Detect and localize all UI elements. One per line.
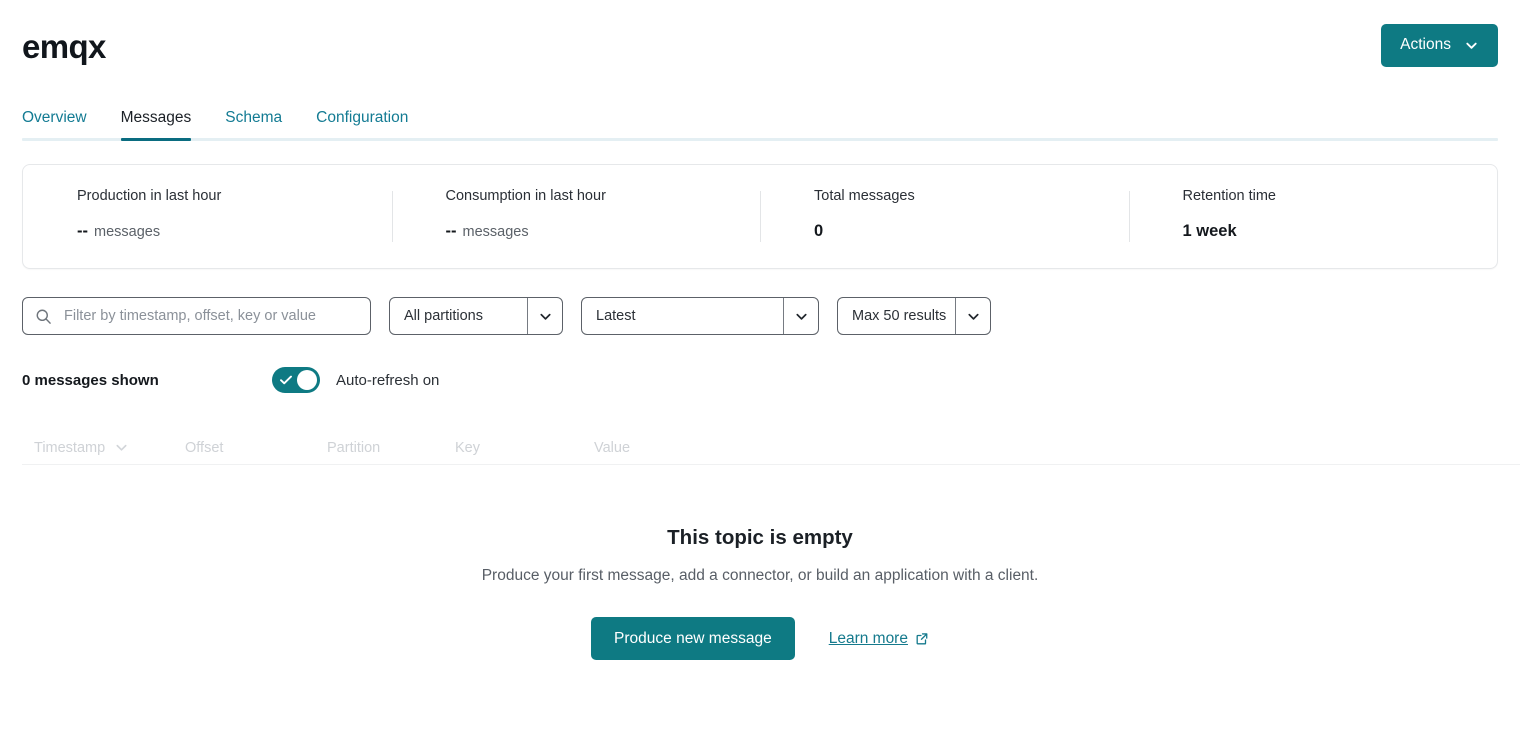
result-limit-select[interactable]: Max 50 results <box>837 297 991 335</box>
learn-more-link[interactable]: Learn more <box>829 630 929 648</box>
column-header-partition[interactable]: Partition <box>327 440 455 456</box>
app-header: emqx Actions <box>22 0 1498 90</box>
messages-shown-count: 0 messages shown <box>22 372 272 389</box>
page-title: emqx <box>22 28 106 63</box>
auto-refresh-group: Auto-refresh on <box>272 367 439 393</box>
empty-state-subtitle: Produce your first message, add a connec… <box>22 568 1498 584</box>
offset-select[interactable]: Latest <box>581 297 819 335</box>
partition-select[interactable]: All partitions <box>389 297 563 335</box>
auto-refresh-label: Auto-refresh on <box>336 372 439 389</box>
topic-stats-card: Production in last hour -- messages Cons… <box>22 164 1498 269</box>
offset-select-value: Latest <box>582 298 783 334</box>
column-header-key[interactable]: Key <box>455 440 594 456</box>
stat-value: 0 <box>814 223 823 240</box>
column-header-offset[interactable]: Offset <box>185 440 327 456</box>
result-limit-select-value: Max 50 results <box>838 298 955 334</box>
chevron-down-icon <box>1464 38 1479 53</box>
column-header-value[interactable]: Value <box>594 440 1520 456</box>
search-field[interactable] <box>22 297 371 335</box>
tab-bar: Overview Messages Schema Configuration <box>22 94 1498 141</box>
stat-value-group: -- messages <box>446 223 761 240</box>
stat-label: Retention time <box>1183 189 1498 204</box>
check-icon <box>279 373 293 387</box>
status-row: 0 messages shown Auto-refresh on <box>22 365 1498 395</box>
auto-refresh-toggle[interactable] <box>272 367 320 393</box>
empty-state-actions: Produce new message Learn more <box>22 617 1498 660</box>
table-header-row: Timestamp Offset Partition Key Value <box>22 431 1520 465</box>
stat-label: Consumption in last hour <box>446 189 761 204</box>
page-root: emqx Actions Overview Messages Schema Co… <box>0 0 1520 660</box>
partition-select-value: All partitions <box>390 298 527 334</box>
toggle-knob <box>297 370 317 390</box>
chevron-down-icon[interactable] <box>783 298 818 334</box>
stat-label: Production in last hour <box>77 189 392 204</box>
tab-configuration[interactable]: Configuration <box>316 110 408 139</box>
chevron-down-icon <box>114 440 129 455</box>
external-link-icon <box>915 632 929 646</box>
messages-table: Timestamp Offset Partition Key Value <box>22 431 1520 465</box>
actions-button-label: Actions <box>1400 36 1451 54</box>
stat-unit: messages <box>463 225 529 240</box>
learn-more-label: Learn more <box>829 630 908 648</box>
stat-value: -- <box>446 223 457 240</box>
empty-state: This topic is empty Produce your first m… <box>22 528 1498 660</box>
empty-state-title: This topic is empty <box>22 528 1498 549</box>
stat-unit: messages <box>94 225 160 240</box>
stat-total-messages: Total messages 0 <box>760 165 1129 268</box>
tab-schema[interactable]: Schema <box>225 110 282 139</box>
chevron-down-icon[interactable] <box>955 298 990 334</box>
stat-value: -- <box>77 223 88 240</box>
stat-retention-time: Retention time 1 week <box>1129 165 1498 268</box>
column-label: Timestamp <box>34 440 105 456</box>
stat-value: 1 week <box>1183 223 1237 240</box>
column-header-timestamp[interactable]: Timestamp <box>34 440 185 456</box>
stat-value-group: 0 <box>814 223 1129 240</box>
tab-overview[interactable]: Overview <box>22 110 87 139</box>
produce-new-message-button[interactable]: Produce new message <box>591 617 795 660</box>
search-icon <box>35 308 52 325</box>
chevron-down-icon[interactable] <box>527 298 562 334</box>
filter-toolbar: All partitions Latest Max 50 results <box>22 297 1498 335</box>
stat-production-last-hour: Production in last hour -- messages <box>23 165 392 268</box>
actions-button[interactable]: Actions <box>1381 24 1498 67</box>
stat-label: Total messages <box>814 189 1129 204</box>
search-input[interactable] <box>62 307 358 325</box>
stat-value-group: -- messages <box>77 223 392 240</box>
tab-bar-baseline <box>22 138 1498 141</box>
stat-consumption-last-hour: Consumption in last hour -- messages <box>392 165 761 268</box>
tab-messages[interactable]: Messages <box>121 110 192 139</box>
stat-value-group: 1 week <box>1183 223 1498 240</box>
